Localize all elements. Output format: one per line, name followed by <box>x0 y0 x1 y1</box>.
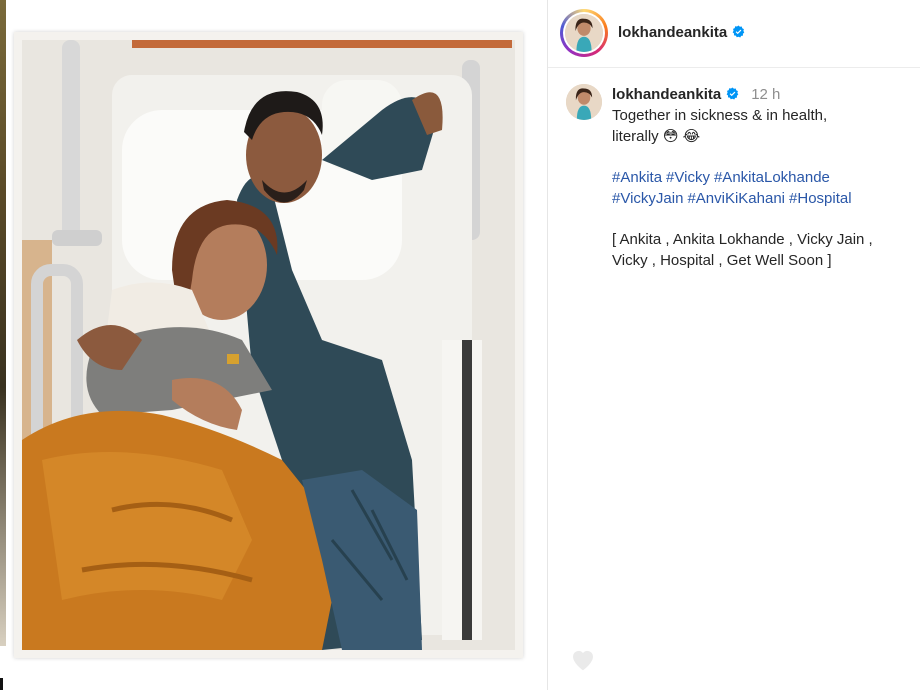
hashtag-link[interactable]: #AnviKiKahani <box>687 190 785 207</box>
hashtag-link[interactable]: #Vicky <box>666 169 710 186</box>
header-username[interactable]: lokhandeankita <box>618 24 745 41</box>
keywords-line-2: Vicky , Hospital , Get Well Soon ] <box>612 252 832 269</box>
caption-line-1: Together in sickness & in health, <box>612 107 828 124</box>
background-edge <box>0 0 6 646</box>
media-footer <box>0 670 547 690</box>
hashtag-link[interactable]: #AnkitaLokhande <box>714 169 830 186</box>
profile-picture-small <box>566 84 602 120</box>
hashtag-link[interactable]: #VickyJain <box>612 190 683 207</box>
verified-badge-icon <box>732 25 745 38</box>
story-ring-avatar[interactable] <box>560 9 608 57</box>
verified-badge-icon <box>726 87 739 100</box>
hospital-bed-photo <box>22 40 515 650</box>
hashtag-list: #Ankita #Vicky #AnkitaLokhande #VickyJain #A… <box>612 167 912 209</box>
corner-mark <box>0 678 3 690</box>
caption-avatar[interactable] <box>566 84 602 120</box>
avatar <box>565 14 603 52</box>
hashtag-link[interactable]: #Ankita <box>612 169 662 186</box>
hashtag-link[interactable]: #Hospital <box>789 190 852 207</box>
heart-icon[interactable] <box>568 644 598 674</box>
caption-line-2: literally 😳 😂 <box>612 128 701 145</box>
post-media-pane <box>0 0 547 690</box>
post-sidebar: lokhandeankita lokhandeankita 12 h Togeth… <box>548 0 920 690</box>
post-timestamp[interactable]: 12 h <box>751 86 780 103</box>
post-header: lokhandeankita <box>548 0 920 68</box>
instagram-post-view: lokhandeankita lokhandeankita 12 h Togeth… <box>0 0 920 690</box>
caption-header: lokhandeankita 12 h <box>612 84 912 105</box>
profile-picture <box>565 14 603 52</box>
photo-frame <box>14 32 523 658</box>
post-photo[interactable] <box>22 40 515 650</box>
caption-body: lokhandeankita 12 h Together in sickness … <box>612 84 912 271</box>
keywords-line-1: [ Ankita , Ankita Lokhande , Vicky Jain … <box>612 231 873 248</box>
caption-username[interactable]: lokhandeankita <box>612 86 721 103</box>
header-username-text[interactable]: lokhandeankita <box>618 24 727 41</box>
